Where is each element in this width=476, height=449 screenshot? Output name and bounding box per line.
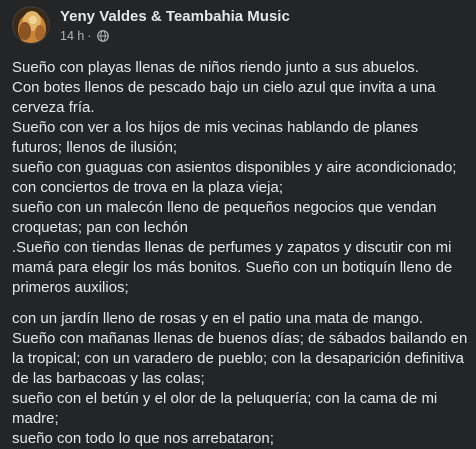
post-line: sueño con el betún y el olor de la peluq…: [12, 390, 438, 427]
avatar-image: [13, 7, 49, 43]
post-header: Yeny Valdes & Teambahia Music 14 h ·: [0, 0, 476, 56]
author-name[interactable]: Yeny Valdes & Teambahia Music: [60, 8, 290, 25]
globe-icon[interactable]: [96, 30, 109, 42]
post-text: Sueño con playas llenas de niños riendo …: [12, 58, 472, 449]
post-line: con conciertos de trova en la plaza viej…: [12, 179, 283, 196]
post-line: Sueño con mañanas llenas de buenos días;…: [12, 330, 468, 387]
post-line: sueño con todo lo que nos arrebataron;: [12, 430, 274, 447]
meta-separator: ·: [87, 29, 92, 43]
post-timestamp[interactable]: 14 h: [60, 29, 84, 43]
post-meta: 14 h ·: [60, 29, 109, 43]
post-line: Sueño con ver a los hijos de mis vecinas…: [12, 119, 419, 156]
post-line: .Sueño con tiendas llenas de perfumes y …: [12, 239, 453, 296]
post-line: Con botes llenos de pescado bajo un ciel…: [12, 79, 436, 116]
post-line: sueño con un malecón lleno de pequeños n…: [12, 199, 437, 236]
avatar[interactable]: [12, 6, 50, 44]
post-line: sueño con guaguas con asientos disponibl…: [12, 159, 457, 176]
post-line: Sueño con playas llenas de niños riendo …: [12, 59, 419, 76]
post-line: con un jardín lleno de rosas y en el pat…: [12, 310, 424, 327]
